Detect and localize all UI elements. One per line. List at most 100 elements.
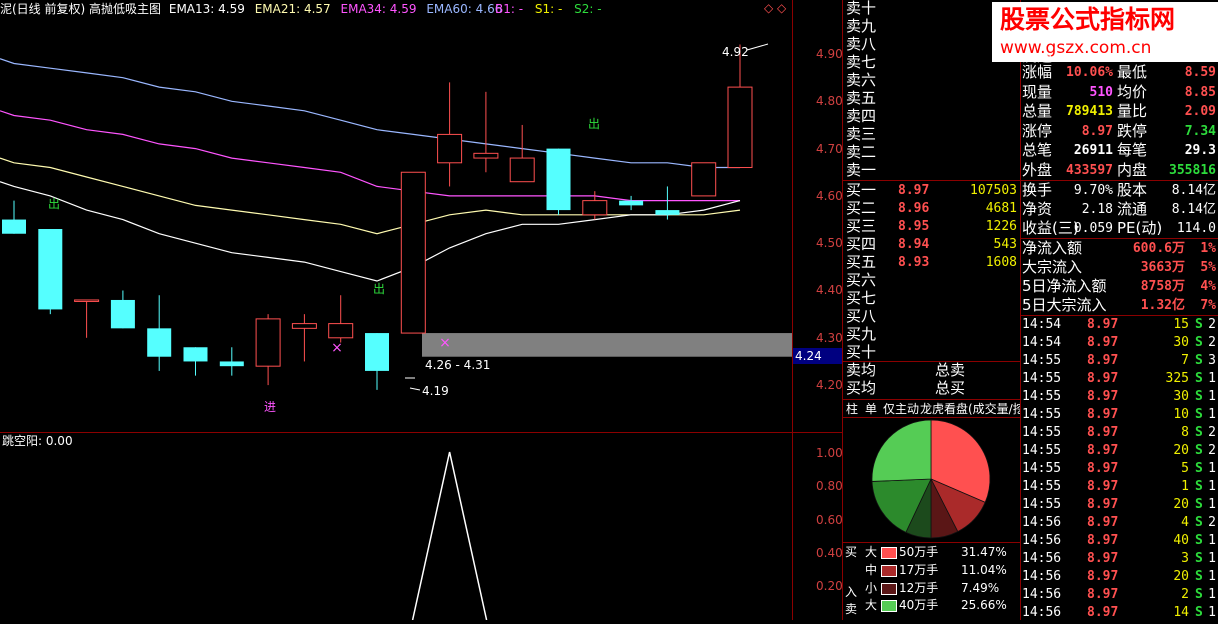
tick-price: 8.97 <box>1087 389 1119 404</box>
tick-side: S <box>1195 407 1203 422</box>
tick-time: 14:55 <box>1022 407 1062 422</box>
divider <box>792 0 793 620</box>
watermark-banner: 股票公式指标网 www.gszx.com.cn <box>992 2 1218 62</box>
tick-price: 8.97 <box>1087 461 1119 476</box>
fund-value: 0.059 <box>1073 221 1113 236</box>
fund-label: 换手 <box>1022 181 1053 199</box>
tick-side: S <box>1195 479 1203 494</box>
buy-level-row: 买一 8.97 107503 <box>845 182 1020 200</box>
tick-time: 14:54 <box>1022 317 1062 332</box>
buy-level-label: 买九 <box>846 325 877 343</box>
tick-time: 14:55 <box>1022 425 1062 440</box>
quote-label: 内盘 <box>1117 160 1148 179</box>
tick-volume: 20 <box>1173 569 1189 584</box>
sell-level-label: 卖九 <box>846 17 877 35</box>
buy-level-row: 买七 <box>845 290 1020 308</box>
tick-side: S <box>1195 317 1203 332</box>
buy-level-price: 8.93 <box>898 255 930 270</box>
buy-level-price: 8.97 <box>898 183 930 198</box>
buy-level-label: 买三 <box>846 217 877 235</box>
sub-svg <box>411 451 488 620</box>
tick-volume: 14 <box>1173 605 1189 620</box>
corner-marker[interactable]: ◇ ◇ <box>764 2 786 14</box>
buy-cross-marker: × <box>439 335 451 351</box>
avg-buy-label: 买均 <box>846 379 877 397</box>
tick-volume: 40 <box>1173 533 1189 548</box>
tab-bar-chart[interactable]: 柱 <box>846 403 858 415</box>
tick-time: 14:56 <box>1022 515 1062 530</box>
out-signal-3: 出 <box>588 117 601 131</box>
candle <box>691 162 717 197</box>
buy-level-row: 买九 <box>845 326 1020 344</box>
axis-tick: 4.60 <box>816 189 843 203</box>
s1-label: S1: - <box>534 2 563 16</box>
range-annotation: 4.26 - 4.31 <box>425 358 491 372</box>
tab-active-only[interactable]: 仅主动 <box>883 403 919 415</box>
legend-size: 大 <box>865 545 878 559</box>
tick-volume: 325 <box>1165 371 1189 386</box>
tab-dragon-tiger[interactable]: 龙虎看盘(成交量/挖 <box>920 403 1020 415</box>
gap-signal-line <box>411 451 488 620</box>
quote-label: 总量 <box>1022 102 1053 120</box>
kline-chart[interactable]: × × <box>0 0 792 432</box>
tick-price: 8.97 <box>1087 569 1119 584</box>
buy-level-row: 买六 <box>845 272 1020 290</box>
tick-time: 14:55 <box>1022 461 1062 476</box>
candle-body <box>147 328 172 357</box>
sub-indicator-chart[interactable]: 跳空阳: 0.00 <box>0 433 792 620</box>
buy-level-row: 买二 8.96 4681 <box>845 200 1020 218</box>
fund-label: 收益(三) <box>1022 219 1079 237</box>
quote-label: 现量 <box>1022 82 1053 101</box>
candle <box>509 124 535 183</box>
candle-body <box>400 171 426 334</box>
stock-title: 泥(日线 前复权) <box>0 2 86 16</box>
candle-body <box>655 210 680 215</box>
signal-header: B1: - S1: - S2: - <box>495 3 602 15</box>
quote-label: 每笔 <box>1117 141 1148 159</box>
quote-value: 789413 <box>1066 104 1113 119</box>
tab-single[interactable]: 单 <box>865 403 877 415</box>
candle <box>546 148 571 215</box>
legend-lots: 40万手 <box>899 598 939 612</box>
tick-price: 8.97 <box>1087 371 1119 386</box>
buy-level-label: 买七 <box>846 289 877 307</box>
buy-level-row: 买十 <box>845 344 1020 362</box>
tick-row: 14:55 8.97 10 S 1 <box>1021 408 1218 426</box>
candle <box>183 347 208 376</box>
tick-row: 14:55 8.97 20 S 2 <box>1021 444 1218 462</box>
tick-count: 2 <box>1208 317 1216 332</box>
candle <box>655 186 680 220</box>
support-band <box>422 333 792 357</box>
fund-label: 净资 <box>1022 200 1053 218</box>
sell-level-label: 卖五 <box>846 89 877 107</box>
tick-side: S <box>1195 461 1203 476</box>
tick-volume: 1 <box>1181 479 1189 494</box>
legend-pct: 31.47% <box>961 545 1007 559</box>
quote-value: 8.97 <box>1081 123 1113 139</box>
kline-svg[interactable]: × × <box>0 0 792 432</box>
tick-time: 14:54 <box>1022 335 1062 350</box>
flow-label: 5日大宗流入 <box>1022 296 1107 314</box>
buy-level-label: 买一 <box>846 181 877 199</box>
tick-row: 14:56 8.97 2 S 1 <box>1021 588 1218 606</box>
tick-time: 14:55 <box>1022 479 1062 494</box>
tick-side: S <box>1195 371 1203 386</box>
ema34-label: EMA34: 4.59 <box>340 2 417 16</box>
tick-time: 14:55 <box>1022 497 1062 512</box>
tick-row: 14:56 8.97 14 S 1 <box>1021 606 1218 624</box>
legend-lots: 50万手 <box>899 545 939 559</box>
tick-row: 14:55 8.97 7 S 3 <box>1021 354 1218 372</box>
tick-volume: 8 <box>1181 425 1189 440</box>
ema60-label: EMA60: 4.66 <box>426 2 503 16</box>
tick-volume: 7 <box>1181 353 1189 368</box>
tick-time: 14:55 <box>1022 353 1062 368</box>
tick-row: 14:56 8.97 4 S 2 <box>1021 516 1218 534</box>
sell-level-label: 卖六 <box>846 71 877 89</box>
tick-count: 3 <box>1208 353 1216 368</box>
tick-volume: 30 <box>1173 335 1189 350</box>
flow-label: 5日净流入额 <box>1022 277 1107 295</box>
candle-body <box>74 299 100 302</box>
quote-label: 量比 <box>1117 102 1148 120</box>
tick-count: 1 <box>1208 461 1216 476</box>
fund-label: PE(动) <box>1117 219 1163 237</box>
